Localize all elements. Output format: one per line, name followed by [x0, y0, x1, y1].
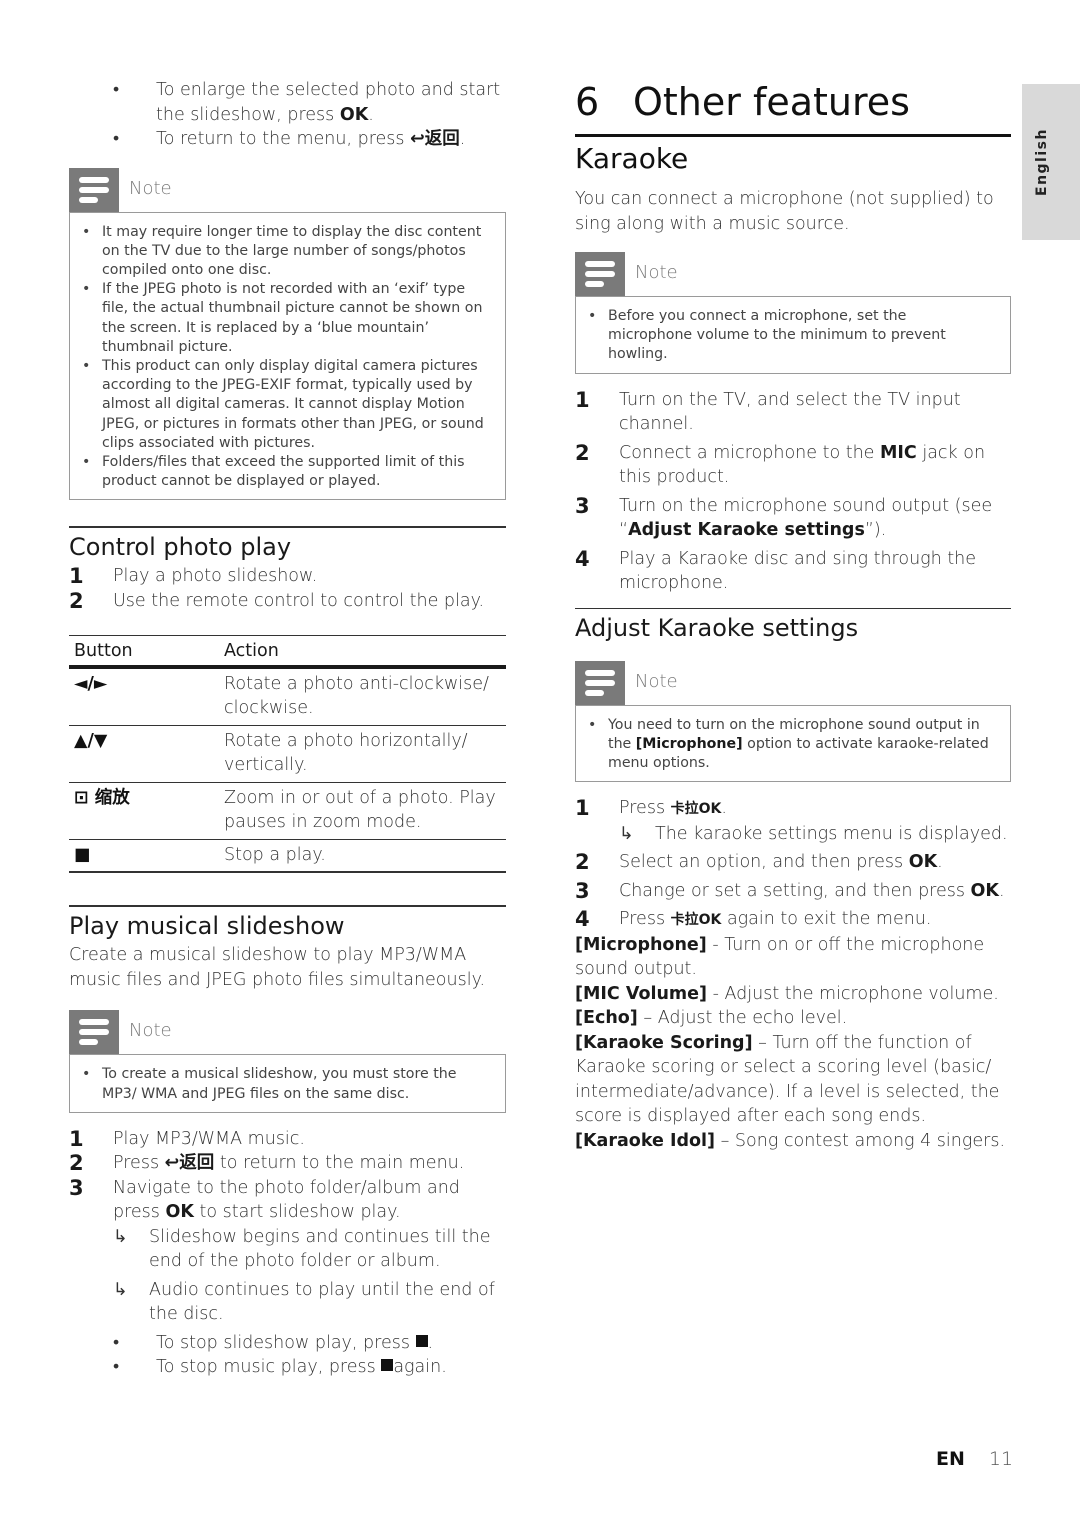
- step-item: 4 Play a Karaoke disc and sing through th…: [575, 546, 977, 594]
- note-label: Note: [129, 177, 172, 199]
- step-item: 3 Navigate to the photo folder/album and …: [69, 1176, 506, 1380]
- note-icon: [69, 167, 119, 212]
- karaoke-button-icon: 卡拉OK: [670, 801, 722, 818]
- stop-icon: [415, 1334, 428, 1347]
- list-item: • To return to the menu, press ↩返回.: [69, 127, 506, 152]
- note-item: • It may require longer time to display t…: [82, 223, 482, 278]
- note-item: • Before you connect a microphone, set th…: [588, 308, 946, 363]
- stop-icon: ■: [69, 839, 219, 874]
- section-heading-musical-slideshow: Play musical slideshow: [69, 905, 506, 943]
- option-item: [Echo] – Adjust the echo level.: [575, 1008, 848, 1029]
- table-row: ⊡ 缩放 Zoom in or out of a photo. Play pau…: [69, 782, 506, 840]
- back-button-icon: ↩返回: [164, 1153, 215, 1174]
- step-item: 3 Turn on the microphone sound output (se…: [575, 493, 993, 541]
- note-item: • You need to turn on the microphone soun…: [588, 716, 989, 772]
- note-label: Note: [635, 670, 678, 692]
- zoom-icon: ⊡ 缩放: [69, 782, 219, 840]
- adjust-karaoke-steps: 1 Press 卡拉OK. ↳ The karaoke settings menu …: [575, 796, 1011, 933]
- chapter-title: 6 Other features: [575, 78, 1011, 137]
- note-icon: [575, 252, 625, 296]
- step-item: 2 Select an option, and then press OK.: [575, 850, 943, 875]
- step-item: 3 Change or set a setting, and then press…: [575, 878, 1005, 903]
- note-box: Note • It may require longer time to disp…: [69, 167, 506, 501]
- back-button-icon: ↩返回: [410, 129, 460, 149]
- table-row: ◄/► Rotate a photo anti-clockwise/ clock…: [69, 666, 506, 726]
- result-item: ↳ Audio continues to play until the end o…: [113, 1279, 495, 1325]
- table-row: ▲/▼ Rotate a photo horizontally/ vertica…: [69, 725, 506, 783]
- result-arrow-icon: ↳: [113, 1226, 128, 1247]
- left-column: • To enlarge the selected photo and start…: [69, 78, 506, 1380]
- table-header-button: Button: [69, 635, 219, 669]
- page-number: 11: [988, 1448, 1014, 1470]
- option-item: [Microphone] - Turn on or off the microp…: [575, 934, 985, 980]
- option-item: [MIC Volume] - Adjust the microphone vol…: [575, 983, 999, 1004]
- note-label: Note: [129, 1020, 172, 1042]
- result-item: ↳ The karaoke settings menu is displayed.: [619, 822, 1011, 847]
- table-row: ■ Stop a play.: [69, 839, 506, 874]
- section-heading-karaoke: Karaoke: [575, 142, 689, 175]
- tip-item: • To stop music play, press again.: [113, 1357, 447, 1378]
- note-item: • If the JPEG photo is not recorded with …: [82, 281, 483, 355]
- note-box: Note • Before you connect a microphone, s…: [575, 252, 1011, 374]
- note-icon: [69, 1010, 119, 1055]
- step-item: 1 Turn on the TV, and select the TV input…: [575, 387, 961, 435]
- result-item: ↳ Slideshow begins and continues till the…: [113, 1226, 491, 1272]
- section-heading-control-photo: Control photo play: [69, 526, 506, 564]
- note-box: Note • To create a musical slideshow, you…: [69, 1010, 506, 1113]
- musical-slideshow-intro: Create a musical slideshow to play MP3/W…: [69, 945, 486, 990]
- note-label: Note: [635, 262, 678, 283]
- step-item: 1 Press 卡拉OK. ↳ The karaoke settings menu …: [575, 796, 1011, 846]
- step-item: 4 Press 卡拉OK again to exit the menu.: [575, 907, 932, 932]
- step-item: 2 Use the remote control to control the p…: [69, 588, 485, 613]
- option-item: [Karaoke Idol] – Song contest among 4 si…: [575, 1130, 1006, 1151]
- step-item: 1 Play MP3/WMA music.: [69, 1126, 305, 1151]
- note-box: Note • You need to turn on the microphone…: [575, 660, 1011, 783]
- result-arrow-icon: ↳: [619, 823, 634, 844]
- language-tab: English: [1022, 84, 1080, 240]
- right-column: 6 Other features Karaoke You can connect …: [575, 78, 1011, 1153]
- note-item: • This product can only display digital c…: [82, 357, 484, 451]
- language-code: EN: [936, 1448, 965, 1470]
- karaoke-intro: You can connect a microphone (not suppli…: [575, 189, 994, 234]
- control-photo-steps: 1 Play a photo slideshow. 2 Use the remote…: [69, 564, 506, 613]
- tip-item: • To stop slideshow play, press .: [113, 1332, 434, 1353]
- section-heading-adjust-karaoke: Adjust Karaoke settings: [575, 607, 1011, 645]
- rotate-lr-icon: ◄/►: [69, 666, 219, 726]
- note-item: • To create a musical slideshow, you must…: [82, 1066, 457, 1102]
- table-header-action: Action: [219, 635, 506, 669]
- karaoke-options: [Microphone] - Turn on or off the microp…: [575, 933, 1011, 1154]
- musical-slideshow-steps: 1 Play MP3/WMA music. 2 Press ↩返回 to retur…: [69, 1127, 506, 1380]
- result-arrow-icon: ↳: [113, 1279, 128, 1300]
- rotate-ud-icon: ▲/▼: [69, 725, 219, 783]
- step-item: 2 Connect a microphone to the MIC jack on…: [575, 440, 986, 488]
- control-table: Button Action ◄/► Rotate a photo anti-cl…: [69, 635, 506, 874]
- stop-icon: [381, 1359, 394, 1372]
- karaoke-steps: 1 Turn on the TV, and select the TV input…: [575, 388, 1011, 596]
- note-icon: [575, 660, 625, 705]
- step-item: 1 Play a photo slideshow.: [69, 564, 318, 589]
- step-item: 2 Press ↩返回 to return to the main menu.: [69, 1151, 465, 1176]
- intro-bullets: • To enlarge the selected photo and start…: [69, 78, 506, 152]
- note-item: • Folders/files that exceed the supported…: [82, 453, 465, 490]
- karaoke-button-icon: 卡拉OK: [670, 912, 722, 929]
- page-footer: EN 11: [936, 1448, 1013, 1470]
- option-item: [Karaoke Scoring] – Turn off the functio…: [575, 1032, 1000, 1127]
- list-item: • To enlarge the selected photo and start…: [113, 80, 501, 125]
